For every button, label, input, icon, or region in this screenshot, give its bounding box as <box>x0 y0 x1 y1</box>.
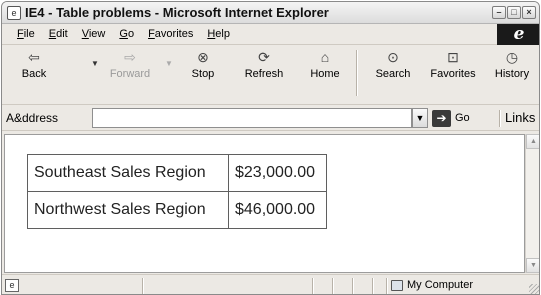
history-icon: ◷ <box>505 49 519 65</box>
standard-toolbar: ⇦ Back ▼ ⇨ Forward ▼ ⊗ Stop ⟳ Refresh ⌂ … <box>2 45 539 105</box>
toolbar-separator <box>356 50 358 96</box>
maximize-button[interactable]: □ <box>507 6 521 19</box>
table-row: Southeast Sales Region $23,000.00 <box>27 154 327 192</box>
home-icon: ⌂ <box>320 49 330 65</box>
links-separator <box>499 110 501 127</box>
window-controls: – □ × <box>492 6 536 19</box>
window-title: IE4 - Table problems - Microsoft Interne… <box>25 5 329 20</box>
status-panel-divider <box>332 278 334 294</box>
status-panel-divider <box>372 278 374 294</box>
stop-button[interactable]: ⊗ Stop <box>183 49 223 80</box>
back-dropdown-icon[interactable]: ▼ <box>91 59 99 68</box>
menu-help[interactable]: Help <box>200 27 237 41</box>
go-arrow-icon: ➔ <box>432 109 451 127</box>
go-button[interactable]: ➔ Go <box>432 108 470 128</box>
address-bar: A&ddress ▼ ➔ Go Links <box>2 105 539 131</box>
history-label: History <box>494 68 530 80</box>
status-panel-divider <box>352 278 354 294</box>
resize-grip-icon[interactable] <box>529 284 539 294</box>
stop-label: Stop <box>191 68 215 80</box>
search-icon: ⊙ <box>387 49 399 65</box>
menu-favorites[interactable]: Favorites <box>141 27 200 41</box>
close-button[interactable]: × <box>522 6 536 19</box>
security-zone: My Computer <box>391 279 473 291</box>
address-input[interactable] <box>92 108 412 128</box>
table-row: Northwest Sales Region $46,000.00 <box>27 191 327 229</box>
status-panel-divider <box>312 278 314 294</box>
menu-bar: File Edit View Go Favorites Help e <box>2 24 539 45</box>
home-button[interactable]: ⌂ Home <box>305 49 345 80</box>
vertical-scrollbar[interactable]: ▲ ▼ <box>525 134 539 273</box>
go-label: Go <box>455 112 470 124</box>
my-computer-icon <box>391 279 403 291</box>
amount-cell: $23,000.00 <box>228 154 327 192</box>
forward-arrow-icon: ⇨ <box>124 49 136 65</box>
forward-button[interactable]: ⇨ Forward <box>104 49 156 80</box>
minimize-button[interactable]: – <box>492 6 506 19</box>
browser-window: e IE4 - Table problems - Microsoft Inter… <box>1 1 540 295</box>
links-button[interactable]: Links <box>505 110 535 125</box>
favorites-icon: ⊡ <box>447 49 459 65</box>
amount-cell: $46,000.00 <box>228 191 327 229</box>
scroll-up-icon[interactable]: ▲ <box>526 134 539 149</box>
address-dropdown-icon[interactable]: ▼ <box>412 108 428 128</box>
status-bar: e My Computer <box>2 274 539 294</box>
status-panel-divider <box>142 278 144 294</box>
ie-document-icon[interactable]: e <box>7 6 21 20</box>
home-label: Home <box>310 68 340 80</box>
address-label: A&ddress <box>6 111 59 125</box>
refresh-button[interactable]: ⟳ Refresh <box>239 49 289 80</box>
page-status-icon: e <box>5 279 19 292</box>
forward-dropdown-icon[interactable]: ▼ <box>165 59 173 68</box>
zone-label: My Computer <box>407 279 474 291</box>
favorites-label: Favorites <box>430 68 476 80</box>
sales-table: Southeast Sales Region $23,000.00 Northw… <box>27 154 327 229</box>
scroll-down-icon[interactable]: ▼ <box>526 258 539 273</box>
favorites-button[interactable]: ⊡ Favorites <box>426 49 480 80</box>
refresh-icon: ⟳ <box>258 49 270 65</box>
back-label: Back <box>21 68 47 80</box>
back-arrow-icon: ⇦ <box>28 49 40 65</box>
menu-edit[interactable]: Edit <box>42 27 75 41</box>
search-label: Search <box>375 68 411 80</box>
page-content: Southeast Sales Region $23,000.00 Northw… <box>4 134 525 273</box>
menu-view[interactable]: View <box>75 27 113 41</box>
title-bar[interactable]: e IE4 - Table problems - Microsoft Inter… <box>2 2 539 24</box>
menu-go[interactable]: Go <box>112 27 141 41</box>
ie-logo-icon: e <box>497 24 539 45</box>
refresh-label: Refresh <box>244 68 284 80</box>
status-panel-divider <box>386 278 388 294</box>
forward-label: Forward <box>109 68 151 80</box>
region-cell: Southeast Sales Region <box>27 154 229 192</box>
menu-file[interactable]: File <box>10 27 42 41</box>
history-button[interactable]: ◷ History <box>489 49 535 80</box>
back-button[interactable]: ⇦ Back <box>12 49 56 80</box>
region-cell: Northwest Sales Region <box>27 191 229 229</box>
stop-icon: ⊗ <box>197 49 209 65</box>
search-button[interactable]: ⊙ Search <box>370 49 416 80</box>
